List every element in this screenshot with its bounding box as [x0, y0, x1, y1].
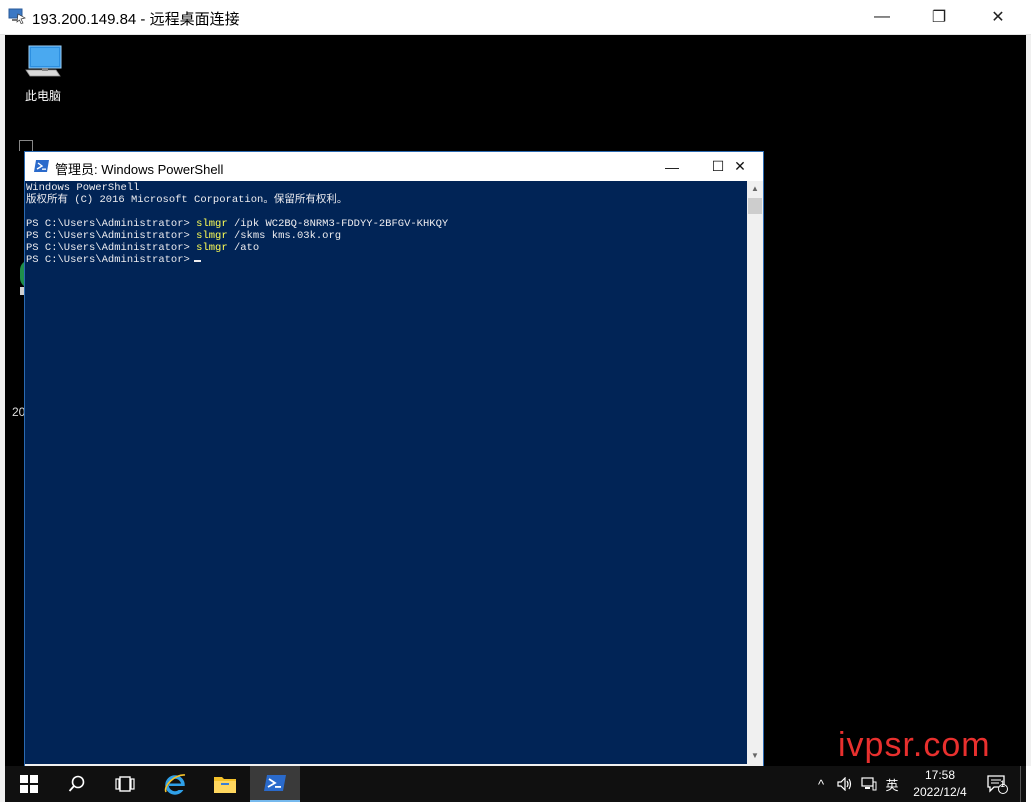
console-command-line: PS C:\Users\Administrator> slmgr /skms k…	[26, 230, 747, 242]
console-prompt: PS C:\Users\Administrator>	[26, 218, 197, 230]
rdp-close-button[interactable]: ✕	[970, 0, 1026, 34]
console-args: /skms kms.03k.org	[227, 230, 342, 242]
watermark-text: ivpsr.com	[838, 726, 991, 764]
scroll-up-arrow-icon[interactable]: ▲	[747, 181, 763, 197]
action-center-icon	[987, 775, 1008, 794]
internet-explorer-icon	[164, 774, 186, 795]
clock-date: 2022/12/4	[913, 785, 967, 799]
console-copyright-line: 版权所有 (C) 2016 Microsoft Corporation。保留所有…	[26, 194, 348, 206]
ps-vertical-scrollbar[interactable]: ▲ ▼	[747, 181, 763, 764]
console-command: slmgr	[196, 242, 228, 254]
volume-icon[interactable]	[834, 766, 856, 802]
task-view-icon	[115, 776, 135, 792]
console-command-line: PS C:\Users\Administrator> slmgr /ato	[26, 242, 747, 254]
rdp-minimize-button[interactable]: —	[854, 0, 910, 34]
system-clock[interactable]: 17:58 2022/12/4	[900, 766, 980, 803]
windows-logo-icon	[20, 775, 38, 793]
desktop-icon-this-pc[interactable]: 此电脑	[19, 43, 67, 104]
internet-explorer-button[interactable]	[151, 766, 199, 802]
notification-center-button[interactable]: 1	[983, 766, 1013, 802]
search-button[interactable]	[53, 766, 101, 802]
powershell-console[interactable]: Windows PowerShell 版权所有 (C) 2016 Microsof…	[25, 181, 747, 764]
rdp-window-title: 193.200.149.84 - 远程桌面连接	[32, 11, 240, 28]
scroll-thumb[interactable]	[748, 198, 762, 214]
console-args: /ipk WC2BQ-8NRM3-FDDYY-2BFGV-KHKQY	[227, 218, 449, 230]
powershell-taskbar-icon	[264, 775, 286, 791]
task-view-button[interactable]	[101, 766, 149, 802]
console-header-line: Windows PowerShell	[26, 182, 140, 194]
folder-icon	[214, 777, 236, 793]
powershell-window-title: 管理员: Windows PowerShell	[55, 162, 224, 177]
remote-desktop-icon	[8, 8, 26, 24]
notification-count-badge: 1	[1000, 779, 1006, 789]
powershell-window[interactable]: 管理员: Windows PowerShell — ☐ ✕ Windows Po…	[24, 151, 764, 781]
network-icon[interactable]	[858, 766, 880, 802]
rdp-title-bar: 193.200.149.84 - 远程桌面连接 — ❐ ✕	[0, 0, 1031, 35]
search-icon	[68, 775, 85, 792]
powershell-title-bar[interactable]: 管理员: Windows PowerShell — ☐ ✕	[25, 152, 763, 181]
console-current-line: PS C:\Users\Administrator>	[26, 254, 747, 266]
powershell-taskbar-button[interactable]	[250, 766, 300, 802]
console-command-line: PS C:\Users\Administrator> slmgr /ipk WC…	[26, 218, 747, 230]
console-prompt: PS C:\Users\Administrator>	[26, 230, 197, 242]
partial-desktop-icon	[19, 140, 33, 151]
start-button[interactable]	[5, 766, 53, 802]
clock-time: 17:58	[924, 768, 956, 782]
text-cursor	[193, 260, 201, 262]
console-prompt: PS C:\Users\Administrator>	[26, 254, 190, 266]
console-command: slmgr	[196, 218, 228, 230]
ps-minimize-button[interactable]: —	[649, 152, 695, 181]
taskbar: ^ 英 17:58 2022/12/4 1	[5, 766, 1026, 802]
console-prompt: PS C:\Users\Administrator>	[26, 242, 197, 254]
tray-overflow-chevron-icon[interactable]: ^	[811, 766, 831, 802]
powershell-icon	[34, 159, 50, 173]
console-command: slmgr	[196, 230, 228, 242]
ps-close-button[interactable]: ✕	[717, 152, 763, 181]
console-blank-line: ​	[26, 206, 747, 218]
rdp-restore-button[interactable]: ❐	[911, 0, 967, 34]
this-pc-icon	[25, 45, 62, 77]
scroll-down-arrow-icon[interactable]: ▼	[747, 748, 763, 764]
file-explorer-button[interactable]	[201, 766, 249, 802]
console-args: /ato	[227, 242, 260, 254]
rdp-right-scroll-strip	[1026, 35, 1031, 766]
show-desktop-divider[interactable]	[1020, 766, 1021, 802]
desktop-icon-label: 此电脑	[24, 89, 61, 103]
